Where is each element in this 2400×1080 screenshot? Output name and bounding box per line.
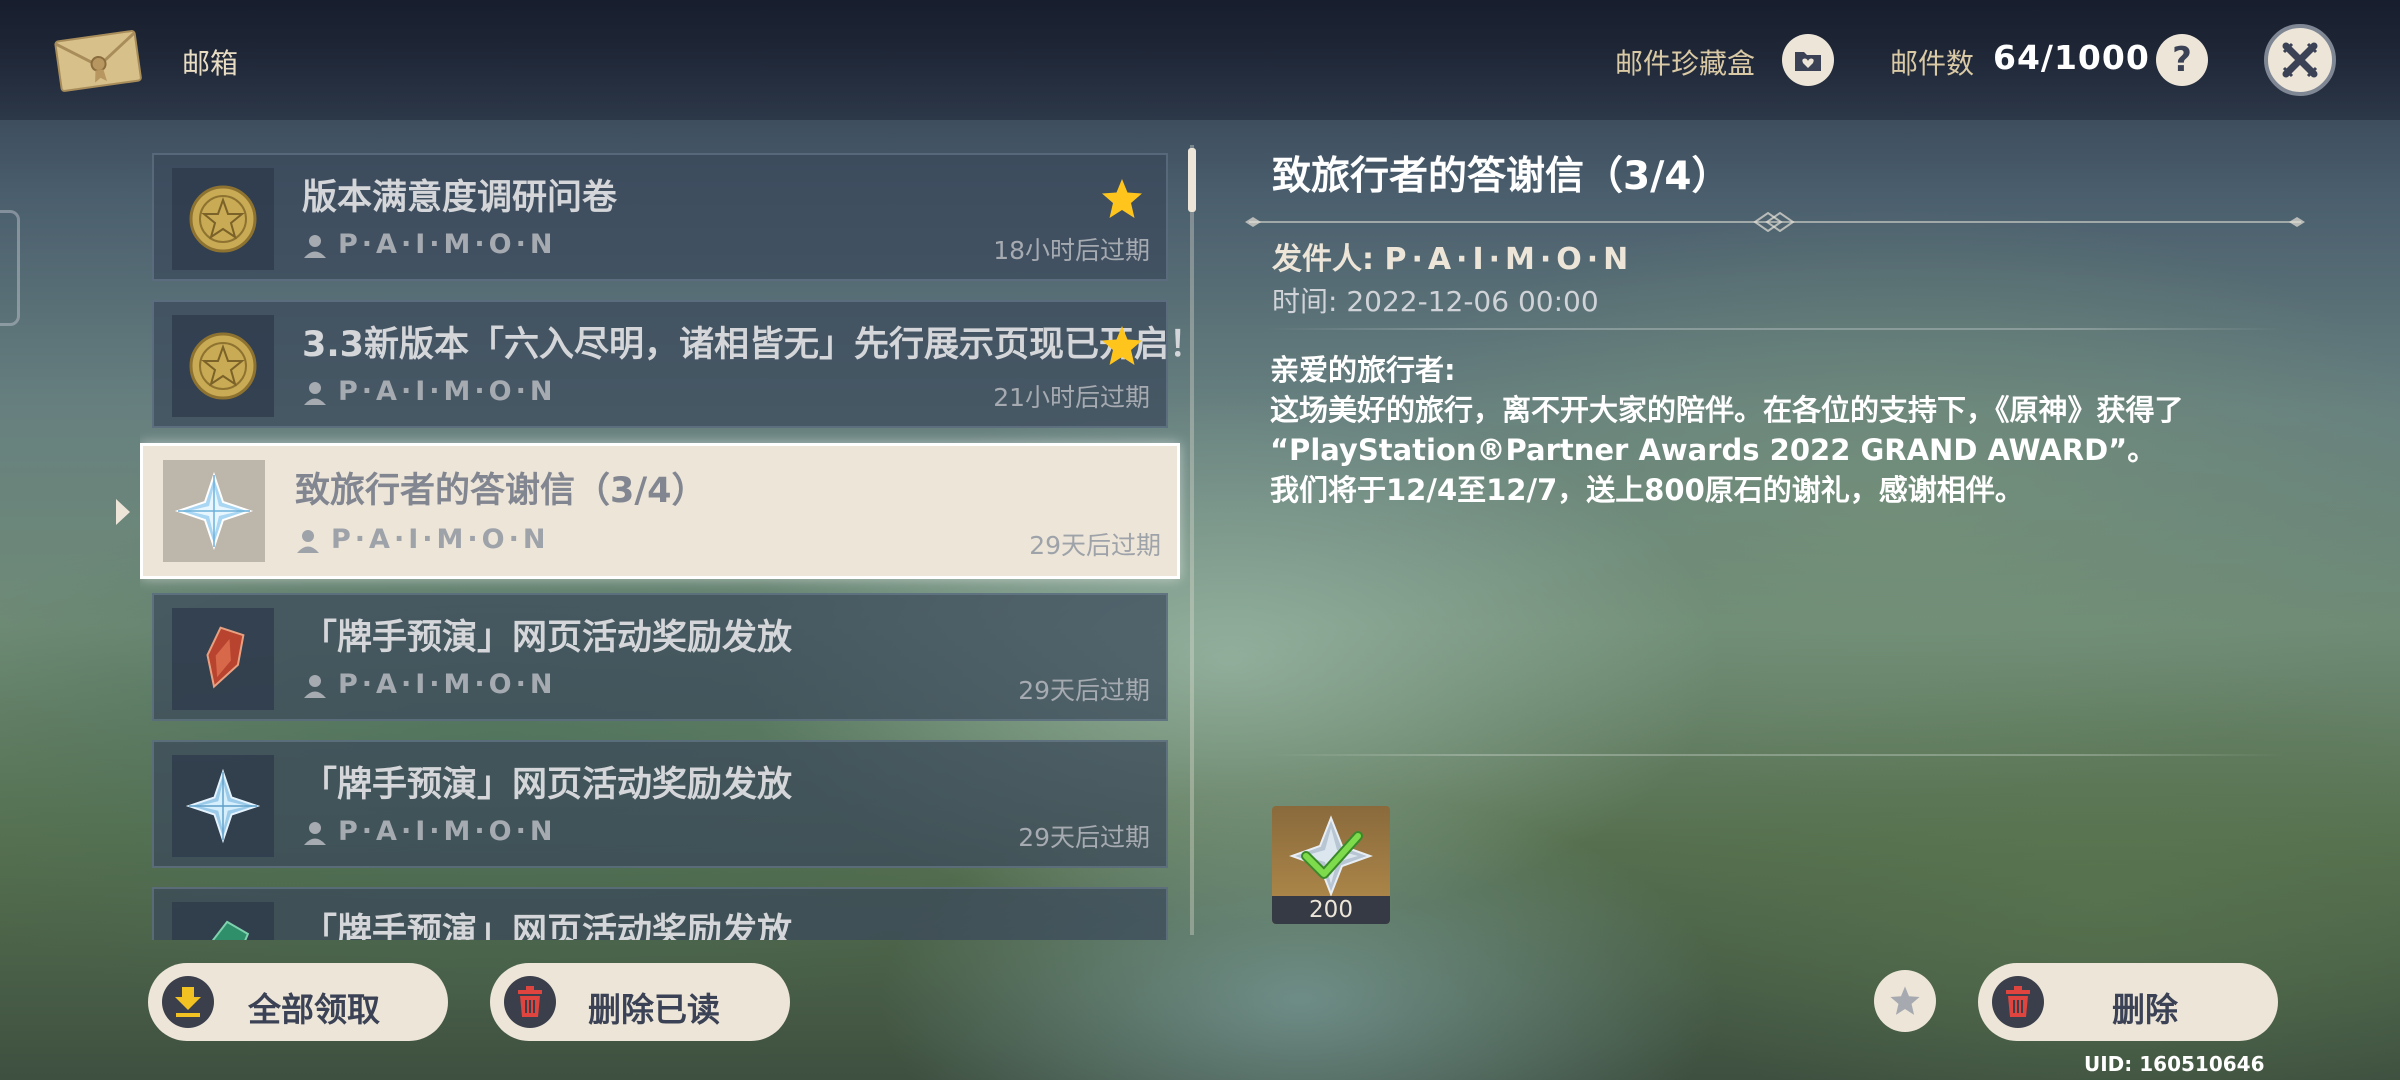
star-icon [1890,986,1920,1015]
mail-count-value: 64/1000 [1993,38,2150,77]
mail-item[interactable]: 3.3新版本「六入尽明，诸相皆无」先行展示页现已开启！ P·A·I·M·O·N … [152,300,1190,428]
mail-title: 「牌手预演」网页活动奖励发放 [302,618,793,658]
primogem-claimed-icon [1289,815,1373,897]
close-button[interactable] [2264,24,2336,96]
sender-user-icon [304,822,326,845]
mail-item[interactable]: 「牌手预演」网页活动奖励发放 P·A·I·M·O·N 29天后过期 [152,740,1168,868]
mail-expiry: 18小时后过期 [993,236,1150,265]
uid-label: UID: 160510646 [2084,1052,2265,1076]
mail-title: 版本满意度调研问卷 [302,178,618,218]
mail-expiry: 29天后过期 [1029,531,1161,560]
mail-item[interactable]: 版本满意度调研问卷 P·A·I·M·O·N 18小时后过期 [152,153,1168,281]
mail-sender: P·A·I·M·O·N [338,376,557,407]
sender-user-icon [304,382,326,405]
mail-title: 致旅行者的答谢信（3/4） [295,471,707,511]
paimon-medal-icon [189,332,257,400]
body-line: 亲爱的旅行者: [1270,353,1456,387]
sender-label: 发件人: [1272,242,1374,277]
mail-item[interactable]: 「牌手预演」网页活动奖励发放 [152,887,1168,940]
page-title: 邮箱 [182,47,239,80]
mail-detail-title: 致旅行者的答谢信（3/4） [1272,154,1731,199]
mail-expiry: 21小时后过期 [993,383,1150,412]
mail-envelope-icon [54,30,142,92]
divider-line [1265,328,2285,330]
claim-all-button[interactable]: 全部领取 [148,963,448,1041]
star-icon [1102,179,1142,218]
mail-collection-label: 邮件珍藏盒 [1615,47,1756,80]
mail-item-selected[interactable]: 致旅行者的答谢信（3/4） P·A·I·M·O·N 29天后过期 [140,443,1180,579]
body-line: 我们将于12/4至12/7，送上800原石的谢礼，感谢相伴。 [1270,473,2024,507]
reward-count: 200 [1272,896,1390,924]
delete-read-label: 删除已读 [588,990,720,1029]
mail-detail-sender: 发件人: P·A·I·M·O·N [1272,234,1633,278]
side-edge-decoration [0,210,20,326]
body-line: “PlayStation®Partner Awards 2022 GRAND A… [1270,433,2157,467]
delete-button[interactable]: 删除 [1978,963,2278,1041]
trash-icon [518,986,542,1017]
claim-all-label: 全部领取 [248,990,380,1029]
claim-download-icon [175,987,201,1017]
mail-sender: P·A·I·M·O·N [338,229,557,260]
sender-user-icon [304,235,326,258]
mail-item[interactable]: 「牌手预演」网页活动奖励发放 P·A·I·M·O·N 29天后过期 [152,593,1168,721]
mail-title: 3.3新版本「六入尽明，诸相皆无」先行展示页现已开启！ [302,325,1190,365]
mail-detail-time: 时间: 2022-12-06 00:00 [1272,285,1599,318]
sender-name: P·A·I·M·O·N [1384,242,1634,277]
mail-count-label: 邮件数 [1890,47,1975,80]
close-icon [2282,42,2318,78]
delete-read-button[interactable]: 删除已读 [490,963,790,1041]
mail-title: 「牌手预演」网页活动奖励发放 [302,765,793,805]
star-icon [1102,326,1142,365]
selected-indicator-arrow [116,499,130,525]
collection-box-icon [1795,52,1821,71]
delete-label: 删除 [2112,990,2178,1029]
mail-sender: P·A·I·M·O·N [331,524,550,555]
help-button[interactable]: ? [2156,34,2208,86]
mail-list: 版本满意度调研问卷 P·A·I·M·O·N 18小时后过期 3.3新版本「六入尽… [140,145,1190,940]
scrollbar-thumb[interactable] [1188,148,1196,212]
mail-sender: P·A·I·M·O·N [338,669,557,700]
body-line: 这场美好的旅行，离不开大家的陪伴。在各位的支持下，《原神》获得了 [1270,393,2184,427]
ornamental-divider [1245,212,2305,232]
divider-line [1265,754,2285,756]
mail-title: 「牌手预演」网页活动奖励发放 [302,912,793,940]
mail-expiry: 29天后过期 [1018,676,1150,705]
mail-collection-button[interactable] [1782,34,1834,86]
paimon-medal-icon [189,185,257,253]
reward-item[interactable]: 200 [1272,806,1390,924]
mail-detail-body: 亲爱的旅行者: 这场美好的旅行，离不开大家的陪伴。在各位的支持下，《原神》获得了… [1270,350,2290,510]
sender-user-icon [297,530,319,553]
primogem-icon [174,471,254,551]
mail-sender: P·A·I·M·O·N [338,816,557,847]
sender-user-icon [304,675,326,698]
question-icon: ? [2172,40,2192,80]
primogem-icon [185,768,261,844]
mail-expiry: 29天后过期 [1018,823,1150,852]
red-card-icon [206,626,245,689]
scrollbar-track[interactable] [1190,145,1194,935]
favorite-button[interactable] [1874,970,1936,1032]
trash-icon [2006,986,2030,1017]
green-card-icon [207,920,250,940]
